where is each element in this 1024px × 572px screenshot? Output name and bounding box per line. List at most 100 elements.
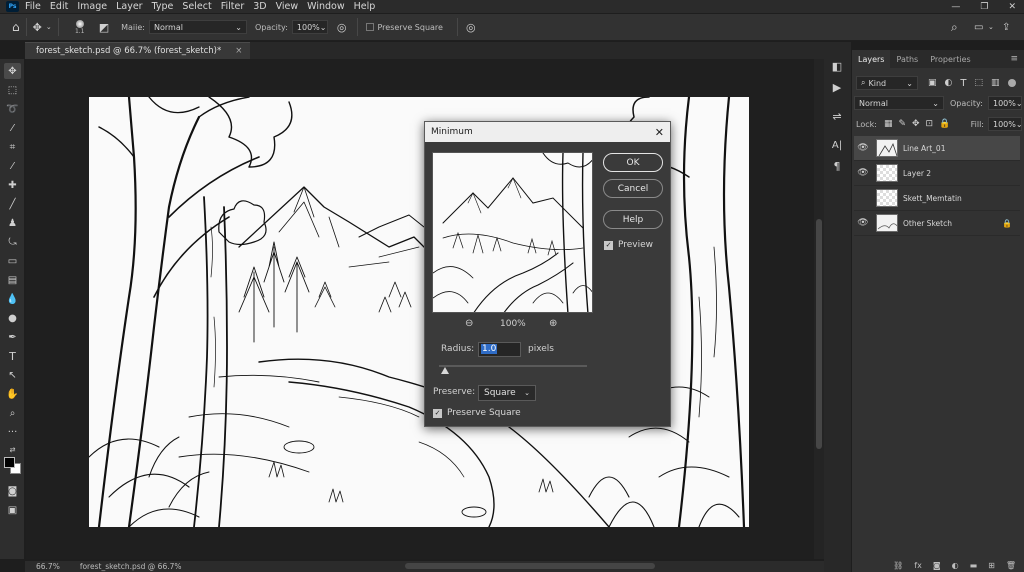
type-tool-icon[interactable]: T bbox=[4, 348, 21, 364]
filter-adjustment-icon[interactable]: ◐ bbox=[945, 78, 953, 88]
document-tab[interactable]: forest_sketch.psd @ 66.7% (forest_sketch… bbox=[25, 42, 251, 59]
history-brush-tool-icon[interactable]: ⤿ bbox=[4, 234, 21, 250]
close-window-icon[interactable]: ✕ bbox=[1008, 2, 1016, 12]
stamp-tool-icon[interactable]: ♟ bbox=[4, 215, 21, 231]
layer-row[interactable]: 👁 Line Art_01 bbox=[854, 136, 1020, 161]
gradient-tool-icon[interactable]: ▤ bbox=[4, 272, 21, 288]
new-layer-icon[interactable]: ⊞ bbox=[988, 561, 995, 570]
chevron-down-icon[interactable]: ⌄ bbox=[988, 23, 994, 31]
filter-smart-icon[interactable]: ▥ bbox=[991, 78, 1000, 88]
adjustments-panel-icon[interactable]: ⇌ bbox=[829, 108, 845, 124]
filter-type-icon[interactable]: T bbox=[960, 78, 966, 89]
mode-select[interactable]: Normal ⌄ bbox=[149, 20, 247, 34]
fx-icon[interactable]: fx bbox=[914, 561, 922, 570]
opacity-field[interactable]: 100% ⌄ bbox=[291, 20, 328, 34]
link-layers-icon[interactable]: ⛓ bbox=[893, 561, 903, 570]
lasso-tool-icon[interactable]: ➰ bbox=[4, 101, 21, 117]
menu-view[interactable]: View bbox=[276, 0, 299, 13]
move-tool-icon[interactable]: ✥ bbox=[4, 63, 21, 79]
add-mask-icon[interactable]: ◙ bbox=[933, 561, 941, 570]
menu-file[interactable]: File bbox=[25, 0, 41, 13]
menu-select[interactable]: Select bbox=[182, 0, 211, 13]
brush-panel-icon[interactable]: ◩ bbox=[99, 21, 109, 34]
filter-toggle-icon[interactable] bbox=[1007, 79, 1016, 87]
pressure-size-icon[interactable]: ◎ bbox=[466, 21, 476, 34]
tab-properties[interactable]: Properties bbox=[924, 50, 976, 68]
status-zoom[interactable]: 66.7% bbox=[36, 562, 60, 571]
path-select-tool-icon[interactable]: ↖ bbox=[4, 367, 21, 383]
marquee-tool-icon[interactable]: ⬚ bbox=[4, 82, 21, 98]
cancel-button[interactable]: Cancel bbox=[603, 179, 663, 198]
lock-pixels-icon[interactable]: ✎ bbox=[898, 119, 906, 129]
layer-row[interactable]: 👁 Other Sketch 🔒 bbox=[854, 211, 1020, 236]
lock-all-icon[interactable]: 🔒 bbox=[939, 119, 950, 129]
lock-position-icon[interactable]: ✥ bbox=[912, 119, 920, 129]
delete-layer-icon[interactable]: 🗑 bbox=[1006, 561, 1016, 570]
layer-row[interactable]: 👁 Layer 2 bbox=[854, 161, 1020, 186]
adjustment-layer-icon[interactable]: ◐ bbox=[952, 561, 959, 570]
actions-panel-icon[interactable]: ▶ bbox=[829, 79, 845, 95]
minimize-icon[interactable]: — bbox=[951, 2, 960, 12]
pressure-opacity-icon[interactable]: ◎ bbox=[337, 21, 347, 34]
search-icon[interactable]: ⌕ bbox=[951, 20, 958, 35]
character-panel-icon[interactable]: A| bbox=[829, 137, 845, 153]
fill-field[interactable]: 100% ⌄ bbox=[988, 117, 1023, 131]
eye-icon[interactable]: 👁 bbox=[854, 143, 872, 153]
menu-image[interactable]: Image bbox=[77, 0, 107, 13]
preview-option[interactable]: ✓ Preview bbox=[604, 240, 653, 250]
eyedropper-tool-icon[interactable]: ⁄ bbox=[4, 158, 21, 174]
panel-menu-icon[interactable]: ≡ bbox=[1010, 54, 1018, 64]
more-tools-icon[interactable]: ··· bbox=[4, 424, 21, 440]
lock-artboard-icon[interactable]: ⊡ bbox=[926, 119, 934, 129]
new-group-icon[interactable]: ▬ bbox=[970, 561, 978, 570]
paragraph-panel-icon[interactable]: ¶ bbox=[829, 158, 845, 174]
share-icon[interactable]: ⇪ bbox=[1002, 22, 1010, 33]
pen-tool-icon[interactable]: ✒ bbox=[4, 329, 21, 345]
quick-mask-icon[interactable]: ◙ bbox=[4, 483, 21, 499]
restore-icon[interactable]: ❐ bbox=[980, 2, 988, 12]
hand-tool-icon[interactable]: ✋ bbox=[4, 386, 21, 402]
ok-button[interactable]: OK bbox=[603, 153, 663, 172]
radius-slider-track[interactable] bbox=[439, 365, 587, 367]
menu-edit[interactable]: Edit bbox=[50, 0, 68, 13]
layer-row[interactable]: Skett_Memtatin bbox=[854, 186, 1020, 211]
layer-opacity-field[interactable]: 100% ⌄ bbox=[988, 96, 1023, 110]
menu-window[interactable]: Window bbox=[307, 0, 344, 13]
vertical-scroll-thumb[interactable] bbox=[816, 219, 822, 449]
zoom-out-icon[interactable]: ⊖ bbox=[465, 318, 473, 329]
screen-mode-icon[interactable]: ▣ bbox=[4, 502, 21, 518]
preserve-square-checkbox[interactable]: ✓ bbox=[433, 408, 442, 418]
filter-preview[interactable] bbox=[432, 152, 593, 313]
vertical-scrollbar[interactable] bbox=[814, 59, 824, 559]
tab-paths[interactable]: Paths bbox=[890, 50, 924, 68]
tab-layers[interactable]: Layers bbox=[852, 50, 891, 68]
kind-filter-select[interactable]: ⌕ Kind ⌄ bbox=[856, 76, 918, 90]
workspace-icon[interactable]: ▭ bbox=[974, 22, 983, 33]
menu-type[interactable]: Type bbox=[152, 0, 174, 13]
preserve-square-option[interactable]: ✓ Preserve Square bbox=[433, 408, 521, 418]
horizontal-scroll-thumb[interactable] bbox=[405, 563, 655, 569]
dodge-tool-icon[interactable]: ● bbox=[4, 310, 21, 326]
preview-checkbox[interactable]: ✓ bbox=[604, 240, 613, 250]
brush-tool-icon[interactable]: ╱ bbox=[4, 196, 21, 212]
radius-input[interactable]: 1.0 bbox=[478, 342, 521, 357]
foreground-color-swatch[interactable] bbox=[4, 457, 15, 468]
preserve-select[interactable]: Square ⌄ bbox=[478, 385, 536, 401]
menu-filter[interactable]: Filter bbox=[221, 0, 245, 13]
radius-slider-thumb[interactable] bbox=[441, 367, 449, 374]
filter-shape-icon[interactable]: ⬚ bbox=[974, 78, 983, 88]
lock-transparent-icon[interactable]: ▦ bbox=[884, 119, 893, 129]
zoom-in-icon[interactable]: ⊕ bbox=[549, 318, 557, 329]
menu-help[interactable]: Help bbox=[354, 0, 376, 13]
blur-tool-icon[interactable]: 💧 bbox=[4, 291, 21, 307]
chevron-down-icon[interactable]: ⌄ bbox=[46, 23, 52, 31]
eye-icon[interactable]: 👁 bbox=[854, 218, 872, 228]
zoom-tool-icon[interactable]: ⌕ bbox=[4, 405, 21, 421]
blend-mode-select[interactable]: Normal ⌄ bbox=[854, 96, 944, 110]
healing-tool-icon[interactable]: ✚ bbox=[4, 177, 21, 193]
eraser-tool-icon[interactable]: ▭ bbox=[4, 253, 21, 269]
brush-preset-picker[interactable]: 1.1 bbox=[69, 19, 91, 35]
swap-colors-icon[interactable]: ⇄ bbox=[4, 442, 21, 458]
preserve-square-checkbox[interactable] bbox=[365, 23, 374, 31]
quick-select-tool-icon[interactable]: ⁄ bbox=[4, 120, 21, 136]
